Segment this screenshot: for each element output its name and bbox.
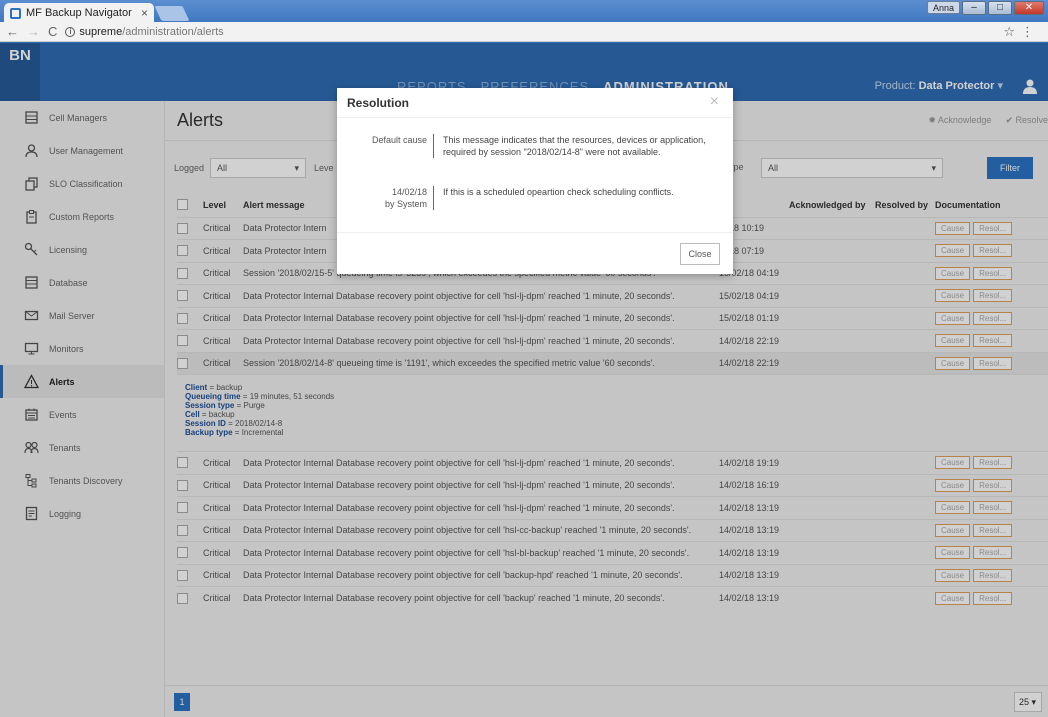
window-user-badge: Anna [926, 1, 960, 14]
resolution-modal: Resolution × Default cause This message … [337, 88, 733, 274]
back-icon[interactable]: ← [6, 24, 19, 39]
new-tab-button[interactable] [154, 6, 190, 21]
window-controls: Anna – □ ✕ [926, 1, 1044, 15]
forward-icon[interactable]: → [27, 24, 40, 39]
resolution-row-default: Default cause This message indicates tha… [337, 134, 733, 158]
browser-tab[interactable]: MF Backup Navigator × [4, 3, 154, 23]
bookmark-star-icon[interactable]: ☆ [1003, 24, 1015, 40]
app-favicon-icon [10, 7, 21, 19]
resolution-label: Default cause [371, 135, 427, 145]
browser-titlebar: MF Backup Navigator × Anna – □ ✕ [0, 0, 1048, 23]
close-button[interactable]: Close [680, 243, 720, 265]
minimize-icon[interactable]: – [962, 1, 986, 15]
resolution-text: This message indicates that the resource… [443, 135, 706, 157]
window-close-icon[interactable]: ✕ [1014, 1, 1044, 15]
site-info-icon[interactable]: i [65, 26, 76, 37]
browser-menu-icon[interactable]: ⋮ [1021, 24, 1034, 40]
url-path: /administration/alerts [122, 25, 224, 38]
modal-close-icon[interactable]: × [710, 93, 719, 111]
tab-title: MF Backup Navigator [26, 7, 132, 19]
url-field[interactable]: i supreme/administration/alerts [65, 26, 1003, 38]
url-host: supreme [79, 25, 123, 38]
tab-close-icon[interactable]: × [141, 6, 148, 20]
resolution-label: 14/02/18 by System [384, 187, 427, 209]
modal-title: Resolution [337, 88, 733, 118]
modal-footer: Close [337, 232, 733, 274]
resolution-text: If this is a scheduled opeartion check s… [443, 187, 674, 197]
resolution-row-system: 14/02/18 by System If this is a scheduled… [337, 186, 733, 210]
reload-icon[interactable]: C [48, 24, 57, 39]
address-bar: ← → C i supreme/administration/alerts ☆ … [0, 22, 1048, 42]
maximize-icon[interactable]: □ [988, 1, 1012, 15]
